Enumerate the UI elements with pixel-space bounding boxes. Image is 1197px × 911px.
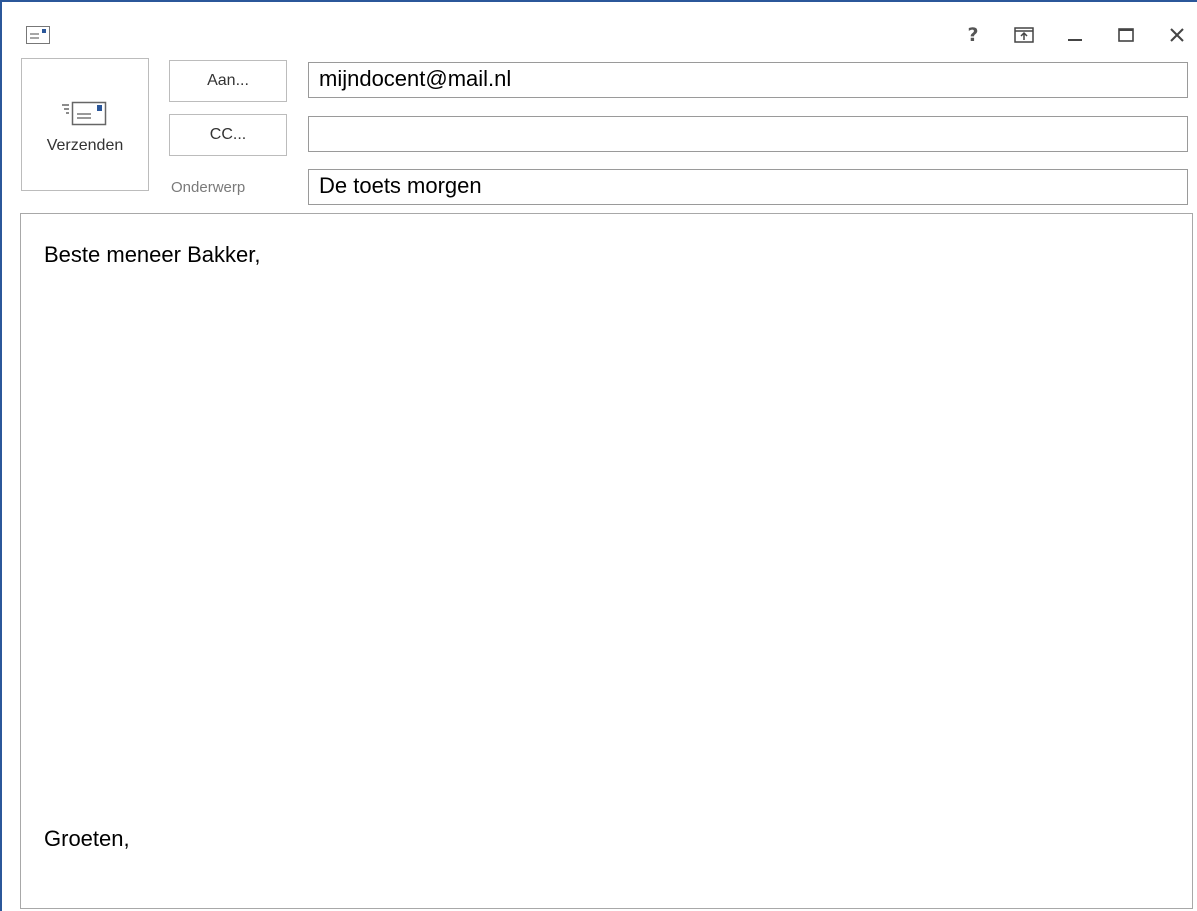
- title-bar: ?: [2, 2, 1197, 48]
- subject-label: Onderwerp: [171, 178, 246, 196]
- cc-field[interactable]: [308, 116, 1188, 152]
- minimize-icon[interactable]: [1062, 22, 1088, 48]
- send-button[interactable]: Verzenden: [21, 58, 149, 191]
- ribbon-display-options-icon[interactable]: [1011, 22, 1037, 48]
- maximize-icon[interactable]: [1113, 22, 1139, 48]
- body-greeting: Beste meneer Bakker,: [44, 242, 261, 267]
- to-field[interactable]: mijndocent@mail.nl: [308, 62, 1188, 98]
- send-label: Verzenden: [46, 137, 124, 154]
- cc-button[interactable]: CC...: [169, 114, 287, 156]
- subject-field[interactable]: De toets morgen: [308, 169, 1188, 205]
- to-button[interactable]: Aan...: [169, 60, 287, 102]
- message-body[interactable]: Beste meneer Bakker, Groeten,: [20, 213, 1193, 909]
- mail-compose-window: ? Verzenden Aan... CC... Onderwerp mijnd…: [0, 0, 1197, 911]
- message-icon: [26, 26, 50, 44]
- help-button[interactable]: ?: [960, 22, 986, 48]
- body-closing: Groeten,: [44, 826, 130, 851]
- close-icon[interactable]: [1164, 22, 1190, 48]
- send-envelope-icon: [60, 99, 110, 129]
